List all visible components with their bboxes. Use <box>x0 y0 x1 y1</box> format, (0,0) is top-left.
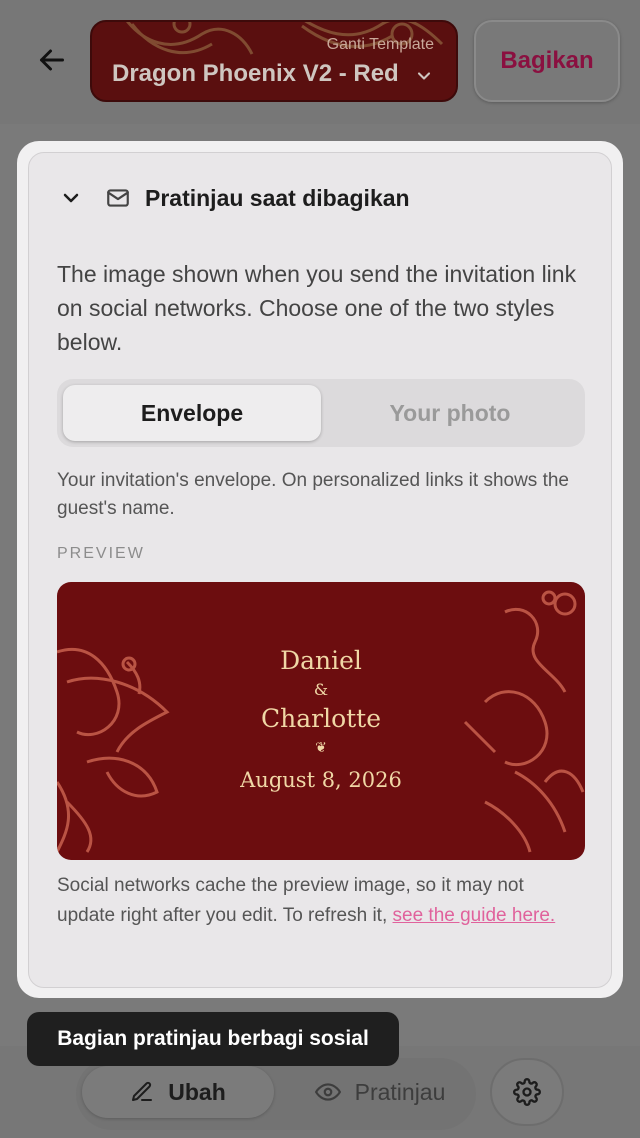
cache-footnote: Social networks cache the preview image,… <box>57 871 577 931</box>
section-description: The image shown when you send the invita… <box>57 261 577 355</box>
edit-label: Ubah <box>168 1078 226 1105</box>
template-caption: Ganti Template <box>326 36 434 53</box>
eye-icon <box>314 1083 341 1101</box>
settings-button[interactable] <box>490 1058 564 1126</box>
card-date: August 8, 2026 <box>240 768 402 792</box>
style-toggle: Envelope Your photo <box>57 379 585 447</box>
edit-button[interactable]: Ubah <box>82 1066 274 1118</box>
template-selector[interactable]: Ganti Template Dragon Phoenix V2 - Red <box>90 20 458 102</box>
template-name: Dragon Phoenix V2 - Red <box>112 60 399 87</box>
card-name-2: Charlotte <box>260 704 382 733</box>
chevron-down-icon <box>417 72 431 80</box>
section-header[interactable]: Pratinjau saat dibagikan <box>59 183 410 213</box>
gear-icon <box>513 1078 541 1106</box>
social-preview-section: Pratinjau saat dibagikan The image shown… <box>28 152 612 988</box>
your-photo-option[interactable]: Your photo <box>321 385 579 441</box>
option-help-text: Your invitation's envelope. On personali… <box>57 470 569 519</box>
section-title: Pratinjau saat dibagikan <box>145 184 410 211</box>
preview-button[interactable]: Pratinjau <box>290 1066 470 1118</box>
card-ampersand: & <box>313 680 329 699</box>
guide-link[interactable]: see the guide here. <box>393 905 556 926</box>
mail-icon <box>107 189 129 207</box>
top-bar: Ganti Template Dragon Phoenix V2 - Red B… <box>0 0 640 124</box>
chevron-down-icon[interactable] <box>59 186 83 210</box>
back-arrow-icon[interactable] <box>34 42 70 78</box>
card-ornament-icon: ❦ <box>315 740 327 756</box>
section-tooltip: Bagian pratinjau berbagi sosial <box>27 1012 399 1066</box>
edit-icon <box>132 1081 153 1101</box>
preview-label-text: Pratinjau <box>354 1078 446 1105</box>
preview-card: Daniel & Charlotte ❦ August 8, 2026 <box>57 582 585 860</box>
card-name-1: Daniel <box>280 646 362 675</box>
preview-label: PREVIEW <box>57 545 145 562</box>
share-button[interactable]: Bagikan <box>474 20 620 102</box>
envelope-option[interactable]: Envelope <box>63 385 321 441</box>
